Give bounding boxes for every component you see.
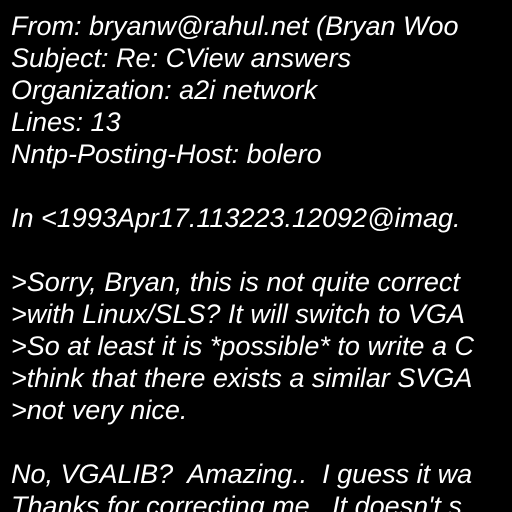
quoted-line: >So at least it is *possible* to write a…	[11, 331, 474, 361]
quoted-line: >not very nice.	[11, 395, 188, 425]
header-lines: Lines: 13	[11, 107, 121, 137]
body-line: No, VGALIB? Amazing.. I guess it wa	[11, 459, 473, 489]
quoted-line: >Sorry, Bryan, this is not quite correct	[11, 267, 460, 297]
attribution-line: In <1993Apr17.113223.12092@imag.	[11, 203, 461, 233]
header-from: From: bryanw@rahul.net (Bryan Woo	[11, 11, 459, 41]
newsreader-message-view: From: bryanw@rahul.net (Bryan Woo Subjec…	[0, 0, 512, 512]
quoted-line: >think that there exists a similar SVGA	[11, 363, 473, 393]
header-subject: Subject: Re: CView answers	[11, 43, 352, 73]
header-posting-host: Nntp-Posting-Host: bolero	[11, 139, 322, 169]
quoted-line: >with Linux/SLS? It will switch to VGA	[11, 299, 465, 329]
body-line: Thanks for correcting me. It doesn't s	[11, 491, 462, 512]
header-organization: Organization: a2i network	[11, 75, 318, 105]
